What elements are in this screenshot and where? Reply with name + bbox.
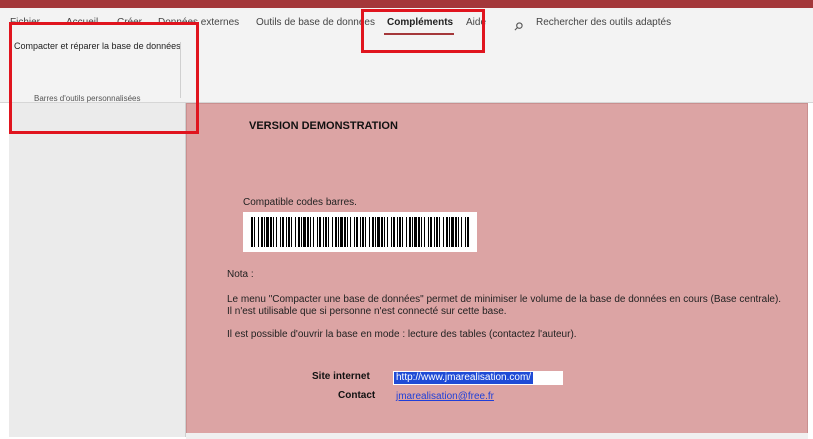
form-footer bbox=[186, 433, 808, 439]
site-label: Site internet bbox=[312, 371, 370, 382]
highlight-complements-tab bbox=[361, 9, 485, 53]
barcode-image bbox=[243, 212, 477, 252]
note-paragraph-2: Il est possible d'ouvrir la base en mode… bbox=[227, 329, 577, 340]
contact-email-link[interactable]: jmarealisation@free.fr bbox=[396, 391, 494, 402]
site-url-link[interactable]: http://www.jmarealisation.com/ bbox=[394, 372, 534, 384]
highlight-ribbon bbox=[9, 22, 199, 134]
demo-form: VERSION DEMONSTRATION Compatible codes b… bbox=[186, 103, 808, 435]
search-icon[interactable] bbox=[514, 22, 523, 31]
form-title: VERSION DEMONSTRATION bbox=[249, 120, 398, 132]
nota-label: Nota : bbox=[227, 269, 254, 280]
navigation-pane bbox=[9, 103, 186, 437]
tab-outils-base[interactable]: Outils de base de données bbox=[256, 17, 375, 28]
title-bar bbox=[0, 0, 813, 8]
note-paragraph-1: Le menu "Compacter une base de données" … bbox=[227, 294, 782, 317]
barcode-caption: Compatible codes barres. bbox=[243, 197, 357, 208]
search-input[interactable]: Rechercher des outils adaptés bbox=[536, 17, 671, 28]
contact-label: Contact bbox=[338, 390, 376, 401]
